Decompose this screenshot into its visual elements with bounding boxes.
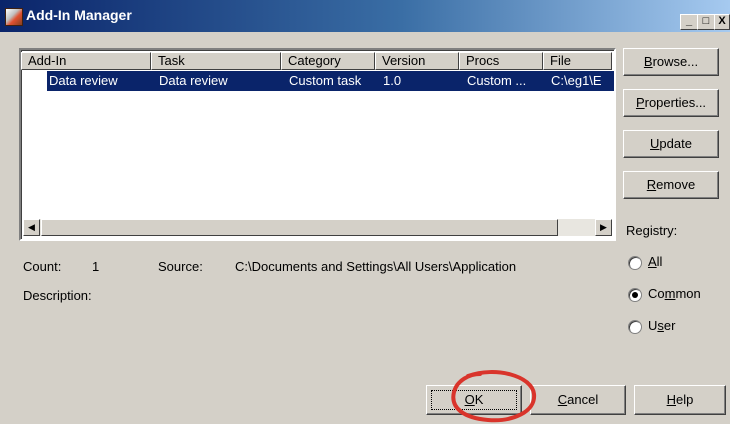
table-row[interactable]: Data review Data review Custom task 1.0 …: [47, 71, 614, 91]
radio-common-label[interactable]: Common: [648, 286, 701, 301]
close-button[interactable]: X: [714, 14, 730, 30]
scroll-left-arrow-icon[interactable]: ◀: [23, 219, 40, 236]
radio-all[interactable]: [628, 256, 642, 270]
count-label: Count:: [23, 259, 62, 274]
add-in-manager-icon: [5, 8, 23, 26]
source-label: Source:: [158, 259, 203, 274]
cell-procs: Custom ...: [467, 73, 527, 88]
column-header-file[interactable]: File: [543, 52, 612, 70]
cancel-button[interactable]: Cancel: [530, 385, 626, 415]
annotation-stroke: [451, 370, 537, 423]
horizontal-scrollbar[interactable]: ◀ ▶: [23, 219, 612, 236]
column-header-category[interactable]: Category: [281, 52, 375, 70]
source-value: C:\Documents and Settings\All Users\Appl…: [235, 259, 517, 274]
help-button[interactable]: Help: [634, 385, 726, 415]
radio-user[interactable]: [628, 320, 642, 334]
remove-button[interactable]: Remove: [623, 171, 719, 199]
red-circle-annotation: [451, 370, 537, 423]
add-in-list[interactable]: Add-In Task Category Version Procs File …: [19, 48, 616, 241]
registry-label: Registry:: [626, 223, 678, 238]
cell-category: Custom task: [289, 73, 362, 88]
maximize-button[interactable]: □: [697, 14, 715, 30]
cell-version: 1.0: [383, 73, 402, 88]
cell-task: Data review: [159, 73, 228, 88]
minimize-button[interactable]: _: [680, 14, 698, 30]
properties-button[interactable]: Properties...: [623, 89, 719, 117]
title-bar: Add-In Manager _ □ X: [0, 0, 730, 32]
radio-common[interactable]: [628, 288, 642, 302]
cell-add-in: Data review: [49, 73, 118, 88]
scroll-right-arrow-icon[interactable]: ▶: [595, 219, 612, 236]
radio-all-label[interactable]: All: [648, 254, 662, 269]
cell-file: C:\eg1\E: [551, 73, 602, 88]
count-value: 1: [92, 259, 100, 274]
radio-user-label[interactable]: User: [648, 318, 675, 333]
window-title: Add-In Manager: [26, 7, 132, 23]
column-header-add-in[interactable]: Add-In: [21, 52, 151, 70]
scroll-thumb[interactable]: [41, 219, 558, 236]
update-button[interactable]: Update: [623, 130, 719, 158]
column-header-task[interactable]: Task: [151, 52, 281, 70]
column-header-procs[interactable]: Procs: [459, 52, 543, 70]
browse-button[interactable]: Browse...: [623, 48, 719, 76]
description-label: Description:: [23, 288, 92, 303]
column-header-version[interactable]: Version: [375, 52, 459, 70]
